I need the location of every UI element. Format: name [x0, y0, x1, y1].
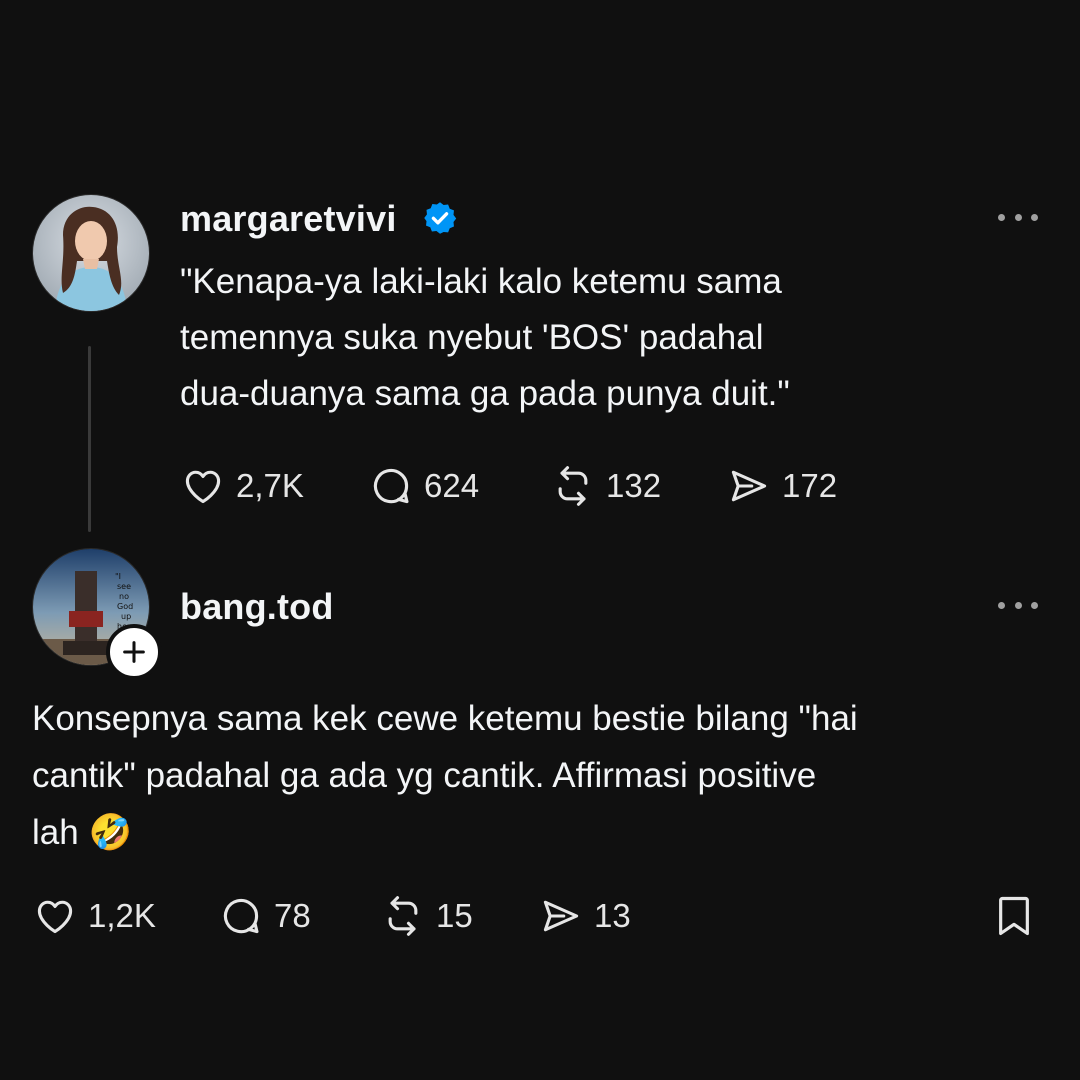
reply-repost-count: 15 — [436, 897, 473, 934]
share-icon — [543, 900, 579, 932]
post-text-line: "Kenapa-ya laki-laki kalo ketemu sama — [180, 262, 782, 301]
post-text: "Kenapa-ya laki-laki kalo ketemu sama te… — [180, 254, 790, 422]
more-dot — [998, 601, 1005, 609]
post-reply-count: 624 — [424, 467, 480, 504]
post-author-username[interactable]: margaretvivi — [180, 198, 397, 240]
reply-text-line: lah — [32, 813, 89, 852]
follow-button[interactable] — [106, 624, 162, 680]
post-share-count: 172 — [782, 467, 838, 504]
reply-text-line: Konsepnya sama kek cewe ketemu bestie bi… — [32, 699, 858, 738]
comment-icon — [373, 468, 409, 504]
post-reply-button[interactable]: 624 — [368, 464, 479, 508]
comment-icon — [223, 898, 259, 934]
post-author-avatar[interactable] — [32, 194, 150, 312]
more-dot — [1014, 213, 1022, 221]
thread-connector-line — [88, 346, 91, 532]
heart-icon — [185, 470, 221, 504]
reply-like-button[interactable]: 1,2K — [32, 894, 156, 938]
verified-badge-icon — [424, 202, 457, 234]
rofl-emoji: 🤣 — [88, 813, 133, 853]
reply-like-count: 1,2K — [88, 897, 156, 934]
avatar-caption-line: "I — [115, 572, 121, 581]
reply-reply-button[interactable]: 78 — [218, 894, 311, 938]
avatar-caption-line: God — [117, 602, 133, 611]
avatar-caption-line: see — [117, 582, 131, 591]
repost-icon — [558, 466, 588, 506]
share-icon — [731, 470, 767, 502]
heart-icon — [37, 900, 73, 934]
bookmark-icon[interactable] — [994, 894, 1034, 938]
more-dot — [1031, 601, 1038, 609]
reply-share-count: 13 — [594, 897, 631, 934]
more-dot — [1014, 601, 1022, 609]
repost-icon — [388, 896, 418, 936]
post-share-button[interactable]: 172 — [726, 464, 837, 508]
reply-author-username[interactable]: bang.tod — [180, 586, 334, 628]
reply-text: Konsepnya sama kek cewe ketemu bestie bi… — [32, 690, 858, 862]
post-like-count: 2,7K — [236, 467, 304, 504]
post-more-button[interactable] — [998, 211, 1038, 223]
avatar-caption-line: up — [121, 612, 131, 621]
post-repost-count: 132 — [606, 467, 662, 504]
reply-reply-count: 78 — [274, 897, 311, 934]
reply-repost-button[interactable]: 15 — [380, 894, 473, 938]
more-dot — [1031, 213, 1038, 221]
reply-text-line: cantik" padahal ga ada yg cantik. Affirm… — [32, 756, 817, 795]
reply-share-button[interactable]: 13 — [538, 894, 631, 938]
more-dot — [998, 213, 1005, 221]
reply-more-button[interactable] — [998, 599, 1038, 611]
avatar-caption-line: no — [119, 592, 129, 601]
post-like-button[interactable]: 2,7K — [180, 464, 304, 508]
plus-icon — [123, 641, 145, 663]
reply-text-line-last: lah 🤣 — [32, 804, 858, 862]
post-text-line: temennya suka nyebut 'BOS' padahal — [180, 318, 764, 357]
post-repost-button[interactable]: 132 — [550, 464, 661, 508]
post-text-line: dua-duanya sama ga pada punya duit." — [180, 374, 790, 413]
